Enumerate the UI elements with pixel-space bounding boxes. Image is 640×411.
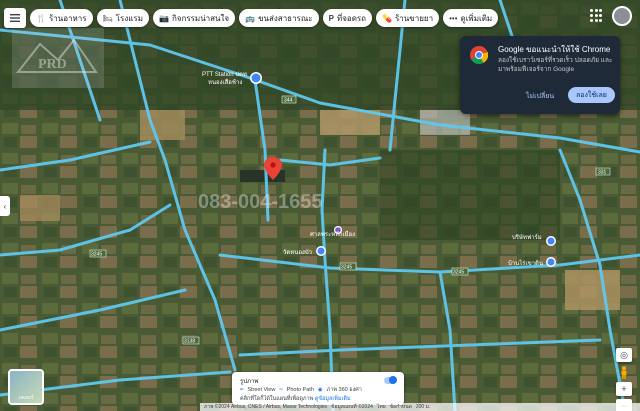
menu-button[interactable] bbox=[4, 8, 26, 28]
account-area bbox=[590, 6, 632, 26]
chip-label: ดูเพิ่มเติม bbox=[460, 13, 493, 23]
svg-text:3138: 3138 bbox=[184, 339, 195, 345]
chip-restaurants[interactable]: 🍴 ร้านอาหาร bbox=[30, 9, 93, 27]
street-view-line-icon: ━ bbox=[240, 387, 244, 393]
layer-panel-title: รูปภาพ bbox=[240, 379, 259, 385]
chip-label: กิจกรรมน่าสนใจ bbox=[171, 13, 230, 23]
svg-text:บริษัทฟาร์ม: บริษัทฟาร์ม bbox=[512, 233, 542, 241]
watermark-logo: PRD bbox=[12, 28, 104, 88]
my-location-button[interactable]: ◎ bbox=[616, 348, 632, 362]
chip-label: โรงแรม bbox=[115, 13, 143, 23]
svg-text:3245: 3245 bbox=[453, 270, 464, 276]
map-footer: ภาพ ©2024 Airbus, CNES / Airbus, Maxar T… bbox=[200, 403, 640, 411]
imagery-toggle[interactable] bbox=[384, 376, 397, 384]
scale-label[interactable]: 200 ม. bbox=[416, 403, 430, 411]
chevron-left-icon: ‹ bbox=[3, 201, 7, 211]
svg-text:3245: 3245 bbox=[91, 252, 102, 258]
restaurant-icon: 🍴 bbox=[36, 13, 46, 23]
photo-360-icon: ◉ bbox=[317, 387, 323, 393]
parking-icon: P bbox=[328, 13, 334, 23]
more-icon: ••• bbox=[449, 13, 458, 23]
country-label[interactable]: ไทย bbox=[377, 403, 386, 411]
camera-icon: 📷 bbox=[158, 13, 169, 23]
promo-try-button[interactable]: ลองใช้เลย bbox=[568, 87, 615, 103]
chip-label: ร้านขายยา bbox=[395, 13, 434, 23]
pegman-icon bbox=[621, 365, 627, 379]
promo-body: ลองใช้เบราว์เซอร์ที่รวดเร็ว ปลอดภัย และม… bbox=[498, 57, 613, 73]
chrome-logo-icon bbox=[470, 46, 488, 64]
layer-panel-note: คลิกที่ใดก็ได้ในแผนที่เพื่อดูภาพ ดูข้อมู… bbox=[240, 395, 351, 403]
bare-field bbox=[565, 270, 620, 310]
chip-pharmacies[interactable]: 💊 ร้านขายยา bbox=[376, 9, 440, 27]
road-number-label: 3245 bbox=[451, 267, 469, 276]
chip-parking[interactable]: P ที่จอดรถ bbox=[322, 9, 373, 27]
svg-text:บ้านไร่เขาดิน: บ้านไร่เขาดิน bbox=[508, 259, 543, 267]
bare-field bbox=[20, 195, 60, 221]
svg-text:PRD: PRD bbox=[38, 57, 67, 72]
layers-label: เลเยอร์ bbox=[18, 395, 34, 401]
svg-text:หนองเสือช้าง: หนองเสือช้าง bbox=[208, 78, 242, 86]
pegman-street-view-button[interactable] bbox=[618, 365, 630, 379]
imagery-attribution: ภาพ ©2024 Airbus, CNES / Airbus, Maxar T… bbox=[204, 404, 328, 410]
chrome-promo-dialog: Google ขอแนะนำให้ใช้ Chrome ลองใช้เบราว์… bbox=[460, 36, 620, 114]
promo-title: Google ขอแนะนำให้ใช้ Chrome bbox=[498, 45, 611, 54]
road-number-label: 3245 bbox=[339, 262, 357, 271]
zoom-in-button[interactable]: + bbox=[616, 382, 632, 396]
svg-text:3245: 3245 bbox=[341, 265, 352, 271]
photo-path-label: Photo Path bbox=[286, 387, 314, 393]
collapse-side-panel-button[interactable]: ‹ bbox=[0, 196, 10, 216]
terms-link[interactable]: ข้อกำหนด bbox=[390, 403, 412, 411]
bare-field bbox=[140, 110, 185, 140]
svg-text:ศาลพระหลักเมือง: ศาลพระหลักเมือง bbox=[310, 230, 355, 238]
svg-text:PTT Station ปตท: PTT Station ปตท bbox=[202, 71, 247, 78]
crosshair-icon: ◎ bbox=[620, 349, 628, 360]
phone-watermark: 083-004-1655 bbox=[198, 191, 323, 213]
chip-hotels[interactable]: 🛏 โรงแรม bbox=[96, 9, 149, 27]
hotel-icon: 🛏 bbox=[102, 13, 113, 23]
note-text: คลิกที่ใดก็ได้ในแผนที่เพื่อดูภาพ bbox=[240, 396, 314, 402]
chip-label: ขนส่งสาธารณะ bbox=[258, 13, 313, 23]
photo-path-line-icon: ┅ bbox=[279, 387, 283, 393]
bus-icon: 🚌 bbox=[245, 13, 256, 23]
promo-dismiss-button[interactable]: ไม่เปลี่ยน bbox=[526, 91, 554, 102]
hamburger-menu-icon bbox=[10, 14, 20, 22]
road-number-label: 3245 bbox=[89, 249, 107, 258]
road-number-label: 344 bbox=[281, 95, 297, 104]
map-data-attribution: ข้อมูลแผนที่ ©2024 bbox=[331, 404, 373, 410]
forest-area bbox=[380, 150, 560, 240]
category-chip-bar: 🍴 ร้านอาหาร 🛏 โรงแรม 📷 กิจกรรมน่าสนใจ 🚌 ขนส่… bbox=[4, 8, 499, 28]
avatar[interactable] bbox=[612, 6, 632, 26]
layers-button[interactable]: เลเยอร์ bbox=[8, 369, 44, 405]
svg-text:วัดหนองบัว: วัดหนองบัว bbox=[283, 249, 312, 256]
learn-more-link[interactable]: ดูข้อมูลเพิ่มเติม bbox=[315, 396, 351, 402]
layer-legend: ━ Street View ┅ Photo Path ◉ ภาพ 360 องศ… bbox=[240, 386, 362, 394]
street-view-label: Street View bbox=[247, 387, 276, 393]
photo-360-label: ภาพ 360 องศา bbox=[326, 387, 362, 393]
svg-text:331: 331 bbox=[598, 170, 607, 176]
road-number-label: 331 bbox=[595, 167, 611, 176]
plus-icon: + bbox=[621, 384, 627, 394]
svg-text:344: 344 bbox=[284, 98, 293, 104]
google-apps-icon[interactable] bbox=[590, 9, 604, 23]
chip-label: ที่จอดรถ bbox=[336, 13, 367, 23]
pharmacy-icon: 💊 bbox=[382, 13, 392, 23]
chip-things-to-do[interactable]: 📷 กิจกรรมน่าสนใจ bbox=[152, 9, 236, 27]
map-controls: ◎ + − bbox=[616, 348, 632, 411]
chip-more[interactable]: ••• ดูเพิ่มเติม bbox=[443, 9, 499, 27]
imagery-layer-panel: รูปภาพ ━ Street View ┅ Photo Path ◉ ภาพ … bbox=[232, 372, 404, 405]
road-number-label: 3138 bbox=[182, 336, 200, 345]
chip-label: ร้านอาหาร bbox=[48, 13, 87, 23]
chip-transit[interactable]: 🚌 ขนส่งสาธารณะ bbox=[239, 9, 319, 27]
